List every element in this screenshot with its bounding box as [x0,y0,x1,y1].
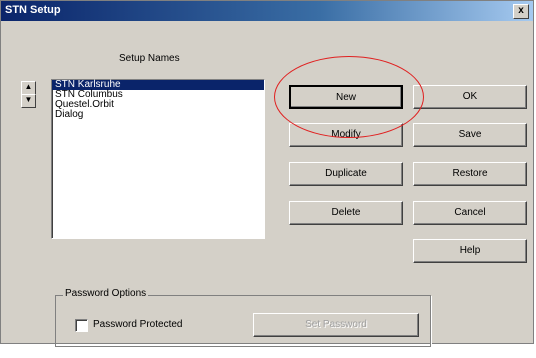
password-protected-checkbox[interactable] [75,319,88,332]
close-button[interactable]: x [513,4,529,19]
setup-names-list[interactable]: STN Karlsruhe STN Columbus Questel.Orbit… [51,79,265,239]
save-button[interactable]: Save [413,123,527,147]
set-password-button[interactable]: Set Password [253,313,419,337]
window-title: STN Setup [5,4,61,16]
arrow-up-icon: ▲ [24,82,33,91]
cancel-button[interactable]: Cancel [413,201,527,225]
move-up-button[interactable]: ▲ [21,81,36,95]
password-options-title: Password Options [63,288,149,299]
arrow-down-icon: ▼ [24,95,33,104]
duplicate-button[interactable]: Duplicate [289,162,403,186]
password-protected-label: Password Protected [93,319,183,330]
modify-button[interactable]: Modify [289,123,403,147]
restore-button[interactable]: Restore [413,162,527,186]
setup-names-label: Setup Names [119,53,180,64]
new-button[interactable]: New [289,85,403,109]
ok-button[interactable]: OK [413,85,527,109]
title-bar: STN Setup x [1,1,533,21]
move-down-button[interactable]: ▼ [21,94,36,108]
list-item[interactable]: Questel.Orbit [52,100,264,110]
list-item[interactable]: Dialog [52,110,264,120]
help-button[interactable]: Help [413,239,527,263]
delete-button[interactable]: Delete [289,201,403,225]
close-icon: x [518,5,524,16]
stn-setup-dialog: STN Setup x Setup Names ▲ ▼ STN Karlsruh… [0,0,534,347]
